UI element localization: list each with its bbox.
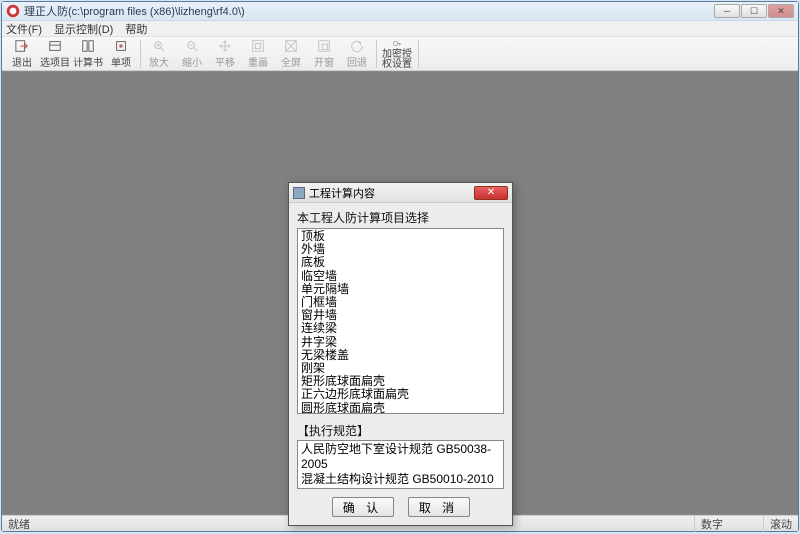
back-icon <box>349 39 365 53</box>
menu-file[interactable]: 文件(F) <box>6 21 42 37</box>
dialog-button-row: 确 认 取 消 <box>297 497 504 517</box>
menubar: 文件(F) 显示控制(D) 帮助 <box>2 21 798 37</box>
tool-back[interactable]: 回退 <box>341 38 373 70</box>
status-text: 就绪 <box>8 516 30 532</box>
tool-full[interactable]: 全屏 <box>275 38 307 70</box>
license-icon <box>389 38 405 49</box>
project-icon <box>47 39 63 53</box>
app-icon <box>6 4 20 18</box>
zoomin-icon <box>151 39 167 53</box>
minimize-button[interactable]: ─ <box>714 4 740 18</box>
toolbar: 退出 选项目 计算书 单项 放大 缩小 平移 重画 <box>2 37 798 71</box>
ok-button[interactable]: 确 认 <box>332 497 394 517</box>
list-item[interactable]: 圆形底球面扁壳 <box>301 402 500 414</box>
dialog-body: 本工程人防计算项目选择 顶板 外墙 底板 临空墙 单元隔墙 门框墙 窗井墙 连续… <box>289 203 512 525</box>
exit-icon <box>14 39 30 53</box>
pan-icon <box>217 39 233 53</box>
tool-refresh[interactable]: 重画 <box>242 38 274 70</box>
list-item[interactable]: 正六边形底球面扁壳 <box>301 388 500 401</box>
dialog-close-button[interactable]: ✕ <box>474 186 508 200</box>
list-item[interactable]: 外墙 <box>301 243 500 256</box>
titlebar: 理正人防(c:\program files (x86)\lizheng\rf4.… <box>2 2 798 21</box>
tool-single[interactable]: 单项 <box>105 38 137 70</box>
maximize-button[interactable]: ☐ <box>741 4 767 18</box>
dialog-titlebar: 工程计算内容 ✕ <box>289 183 512 203</box>
tool-project[interactable]: 选项目 <box>39 38 71 70</box>
window-icon <box>316 39 332 53</box>
status-num: 数字 <box>694 516 723 532</box>
dialog-heading: 本工程人防计算项目选择 <box>297 209 504 226</box>
menu-help[interactable]: 帮助 <box>125 21 147 37</box>
dialog-title: 工程计算内容 <box>309 185 375 201</box>
tool-window[interactable]: 开窗 <box>308 38 340 70</box>
tool-zoomout[interactable]: 缩小 <box>176 38 208 70</box>
list-item[interactable]: 人民防空地下室设计规范 GB50038-2005 <box>301 442 500 472</box>
cancel-button[interactable]: 取 消 <box>408 497 470 517</box>
list-item[interactable]: 临空墙 <box>301 270 500 283</box>
spec-listbox[interactable]: 人民防空地下室设计规范 GB50038-2005 混凝土结构设计规范 GB500… <box>297 440 504 489</box>
list-item[interactable]: 无梁楼盖 <box>301 349 500 362</box>
tool-exit[interactable]: 退出 <box>6 38 38 70</box>
item-listbox[interactable]: 顶板 外墙 底板 临空墙 单元隔墙 门框墙 窗井墙 连续梁 井字梁 无梁楼盖 刚… <box>297 228 504 414</box>
content-area: 工程计算内容 ✕ 本工程人防计算项目选择 顶板 外墙 底板 临空墙 单元隔墙 门… <box>2 71 798 515</box>
calc-content-dialog: 工程计算内容 ✕ 本工程人防计算项目选择 顶板 外墙 底板 临空墙 单元隔墙 门… <box>288 182 513 526</box>
list-item[interactable]: 底板 <box>301 256 500 269</box>
toolbar-separator <box>140 40 141 68</box>
tool-license[interactable]: 加密授 权设置 <box>379 38 415 70</box>
menu-view[interactable]: 显示控制(D) <box>54 21 113 37</box>
book-icon <box>80 39 96 53</box>
list-item[interactable]: 连续梁 <box>301 322 500 335</box>
fullscreen-icon <box>283 39 299 53</box>
list-item[interactable]: 顶板 <box>301 230 500 243</box>
dialog-icon <box>293 187 305 199</box>
close-button[interactable]: ✕ <box>768 4 794 18</box>
list-item[interactable]: 井字梁 <box>301 336 500 349</box>
zoomout-icon <box>184 39 200 53</box>
tool-pan[interactable]: 平移 <box>209 38 241 70</box>
toolbar-separator <box>376 40 377 68</box>
toolbar-separator <box>418 40 419 68</box>
single-icon <box>113 39 129 53</box>
tool-calcbook[interactable]: 计算书 <box>72 38 104 70</box>
window-title: 理正人防(c:\program files (x86)\lizheng\rf4.… <box>24 3 245 19</box>
list-item[interactable]: 混凝土结构设计规范 GB50010-2010 <box>301 472 500 487</box>
spec-label: 【执行规范】 <box>297 422 504 439</box>
main-window: 理正人防(c:\program files (x86)\lizheng\rf4.… <box>1 1 799 532</box>
tool-zoomin[interactable]: 放大 <box>143 38 175 70</box>
status-scroll: 滚动 <box>763 516 792 532</box>
refresh-icon <box>250 39 266 53</box>
